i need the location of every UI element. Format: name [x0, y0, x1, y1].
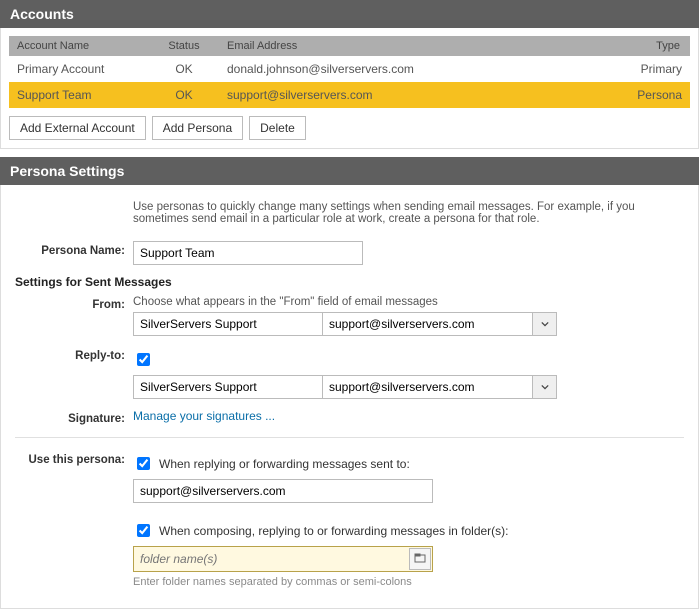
replyto-label: Reply-to:: [15, 346, 133, 362]
from-email-dropdown[interactable]: [533, 312, 557, 336]
separator: [15, 437, 684, 438]
col-account-name[interactable]: Account Name: [9, 36, 149, 56]
from-name-input[interactable]: [133, 312, 323, 336]
folder-browse-button[interactable]: [409, 548, 431, 570]
from-hint: Choose what appears in the "From" field …: [133, 296, 684, 308]
use-reply-check-label: When replying or forwarding messages sen…: [159, 457, 410, 471]
use-folder-check-label: When composing, replying to or forwardin…: [159, 524, 509, 538]
cell-account-name: Primary Account: [9, 56, 149, 82]
col-email[interactable]: Email Address: [219, 36, 620, 56]
signature-label: Signature:: [15, 409, 133, 425]
replyto-name-input[interactable]: [133, 375, 323, 399]
cell-status: OK: [149, 56, 219, 82]
manage-signatures-link[interactable]: Manage your signatures ...: [133, 409, 275, 423]
from-email-input[interactable]: [323, 312, 533, 336]
use-folder-checkbox[interactable]: [137, 524, 150, 537]
persona-intro: Use personas to quickly change many sett…: [133, 201, 684, 225]
cell-status: OK: [149, 82, 219, 108]
col-status[interactable]: Status: [149, 36, 219, 56]
use-reply-checkbox[interactable]: [137, 457, 150, 470]
cell-type: Primary: [620, 56, 690, 82]
accounts-table: Account Name Status Email Address Type P…: [9, 36, 690, 108]
delete-button[interactable]: Delete: [249, 116, 306, 140]
table-row[interactable]: Primary Account OK donald.johnson@silver…: [9, 56, 690, 82]
col-type[interactable]: Type: [620, 36, 690, 56]
replyto-email-input[interactable]: [323, 375, 533, 399]
table-row[interactable]: Support Team OK support@silverservers.co…: [9, 82, 690, 108]
use-reply-addresses-input[interactable]: [133, 479, 433, 503]
sent-messages-title: Settings for Sent Messages: [15, 275, 684, 289]
folder-hint: Enter folder names separated by commas o…: [133, 576, 684, 588]
folder-names-input[interactable]: [133, 546, 433, 572]
add-external-account-button[interactable]: Add External Account: [9, 116, 146, 140]
replyto-checkbox[interactable]: [137, 353, 150, 366]
accounts-button-row: Add External Account Add Persona Delete: [9, 116, 690, 140]
persona-name-input[interactable]: [133, 241, 363, 265]
persona-body: Use personas to quickly change many sett…: [0, 185, 699, 609]
cell-email: donald.johnson@silverservers.com: [219, 56, 620, 82]
accounts-body: Account Name Status Email Address Type P…: [0, 28, 699, 149]
caret-down-icon: [541, 380, 549, 394]
accounts-header: Accounts: [0, 0, 699, 28]
add-persona-button[interactable]: Add Persona: [152, 116, 243, 140]
use-persona-label: Use this persona:: [15, 450, 133, 466]
cell-account-name: Support Team: [9, 82, 149, 108]
persona-header: Persona Settings: [0, 157, 699, 185]
persona-name-label: Persona Name:: [15, 241, 133, 257]
cell-email: support@silverservers.com: [219, 82, 620, 108]
caret-down-icon: [541, 317, 549, 331]
folder-icon: [414, 552, 426, 567]
from-label: From:: [15, 295, 133, 311]
cell-type: Persona: [620, 82, 690, 108]
accounts-title: Accounts: [10, 6, 74, 22]
persona-title: Persona Settings: [10, 163, 124, 179]
replyto-email-dropdown[interactable]: [533, 375, 557, 399]
